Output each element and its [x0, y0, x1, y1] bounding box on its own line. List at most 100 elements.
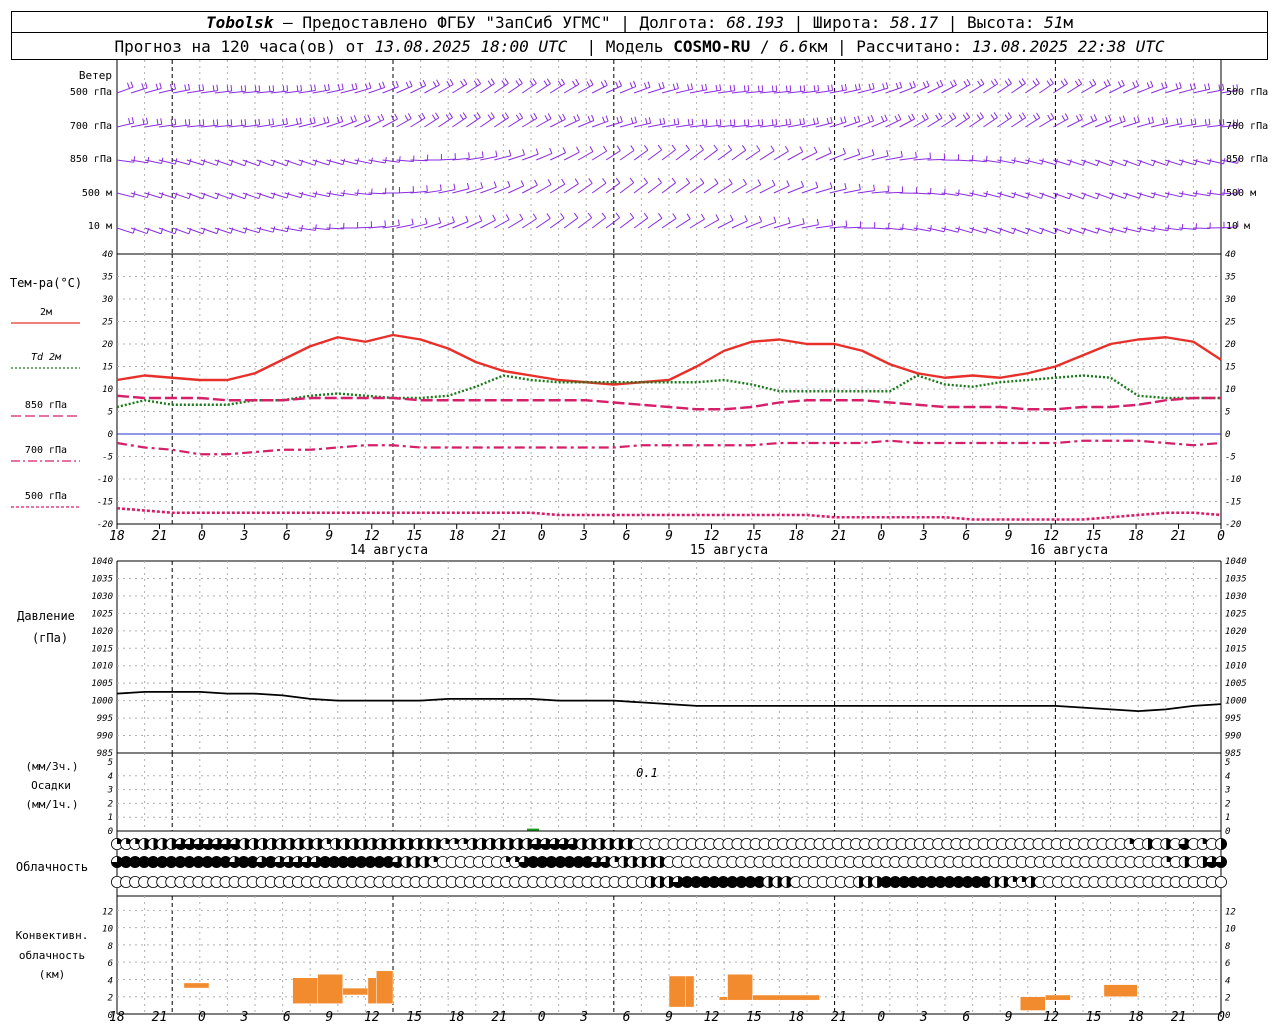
- wind-barb: [787, 151, 803, 161]
- time-tick-label-bottom: 6: [962, 1010, 970, 1024]
- wind-barb-feather: [507, 180, 511, 187]
- wind-barb: [549, 217, 565, 229]
- wind-barb: [508, 218, 524, 229]
- time-tick-label: 6: [962, 529, 970, 544]
- wind-barb-feather: [911, 113, 916, 120]
- time-tick-label-bottom: 3: [579, 1010, 588, 1024]
- wind-barb-feather: [615, 177, 621, 184]
- wind-barb: [829, 153, 846, 161]
- wind-barb-feather: [422, 79, 427, 86]
- wind-barb-feather: [990, 114, 995, 120]
- wind-barb-feather: [1181, 224, 1184, 231]
- temp-ytick-right: 5: [1225, 408, 1230, 418]
- wind-barb-feather: [438, 217, 442, 224]
- wind-barb: [410, 85, 426, 94]
- wind-barb-feather: [328, 159, 332, 166]
- wind-barb: [633, 217, 649, 229]
- wind-barb-feather: [1007, 112, 1012, 118]
- wind-barb-feather: [643, 144, 649, 151]
- wind-barb: [563, 151, 580, 161]
- wind-barb-feather: [980, 78, 985, 85]
- pressure-ytick-left: 1015: [91, 644, 113, 654]
- temp-ytick-right: -20: [1225, 520, 1241, 530]
- wind-barb: [116, 86, 134, 94]
- time-tick-label-bottom: 18: [449, 1010, 465, 1024]
- time-tick-label-bottom: 9: [665, 1010, 673, 1024]
- wind-barb-feather: [894, 115, 898, 122]
- wind-barb-feather: [701, 119, 704, 126]
- wind-barb: [452, 117, 467, 128]
- wind-barb-feather: [468, 152, 470, 159]
- wind-barb-feather: [173, 83, 176, 90]
- pressure-ytick-left: 1000: [91, 697, 113, 707]
- wind-barb: [563, 119, 580, 128]
- pressure-title-2: (гПа): [32, 631, 68, 645]
- wind-barb-feather: [1167, 191, 1170, 198]
- wind-barb: [577, 84, 594, 94]
- time-tick-label: 21: [491, 529, 507, 544]
- precip-ytick-left: 1: [108, 813, 113, 823]
- wind-barb-feather: [685, 144, 690, 151]
- wind-barb: [815, 187, 833, 194]
- wind-barb-feather: [761, 85, 764, 92]
- wind-barb-feather: [476, 78, 482, 85]
- wind-barb: [549, 183, 565, 194]
- wind-barb-feather: [926, 80, 930, 87]
- pressure-ytick-left: 995: [97, 714, 113, 724]
- wind-barb-feather: [216, 84, 219, 91]
- wind-barb: [619, 122, 637, 128]
- wind-barb: [424, 84, 440, 94]
- wind-barb-feather: [409, 80, 413, 87]
- time-tick-label-bottom: 3: [919, 1010, 928, 1024]
- wind-barb: [633, 182, 648, 194]
- date-label: 15 августа: [690, 543, 768, 558]
- wind-barb-feather: [909, 82, 913, 89]
- time-tick-label: 18: [789, 529, 805, 544]
- time-tick-label: 15: [1086, 529, 1102, 544]
- legend-label: 700 гПа: [25, 445, 67, 456]
- wind-barb: [549, 118, 566, 128]
- precip-annotation: 0.1: [636, 766, 658, 780]
- wind-barb-feather: [1032, 80, 1037, 86]
- wind-barb-feather: [350, 116, 354, 123]
- pressure-ytick-right: 1025: [1225, 609, 1247, 619]
- wind-barb-feather: [741, 145, 747, 151]
- time-tick-label: 21: [831, 529, 847, 544]
- time-tick-label: 0: [198, 529, 206, 544]
- wind-barb-feather: [1063, 78, 1068, 84]
- time-tick-label-bottom: 21: [152, 1010, 168, 1024]
- wind-barb-feather: [1190, 118, 1193, 125]
- wind-barb-feather: [828, 147, 832, 154]
- wind-barb-feather: [630, 145, 635, 151]
- wind-barb-feather: [1135, 80, 1140, 87]
- wind-barb-feather: [572, 80, 577, 87]
- wind-barb-feather: [463, 78, 468, 85]
- time-tick-label-bottom: 21: [831, 1010, 847, 1024]
- wind-barb: [438, 117, 453, 128]
- time-tick-label-bottom: 15: [406, 1010, 422, 1024]
- wind-barb-feather: [188, 118, 191, 126]
- wind-barb-feather: [184, 84, 187, 91]
- wind-barb-feather: [885, 82, 889, 89]
- legend-label: Td 2м: [31, 352, 62, 363]
- wind-barb-feather: [323, 117, 326, 124]
- wind-barb: [941, 117, 957, 128]
- wind-barb: [787, 186, 804, 194]
- wind-barb-feather: [351, 83, 354, 90]
- time-tick-label: 0: [1217, 529, 1225, 544]
- precip-bar: [527, 828, 539, 831]
- wind-barb-feather: [562, 147, 567, 153]
- wind-barb-feather: [202, 119, 205, 126]
- wind-barb-feather: [1208, 158, 1212, 165]
- wind-barb-feather: [715, 214, 720, 220]
- wind-barb-feather: [560, 212, 565, 219]
- wind-barb-feather: [481, 151, 484, 158]
- wind-barb: [158, 88, 176, 94]
- wind-barb: [997, 117, 1012, 128]
- wind-barb: [885, 86, 902, 94]
- wind-barb: [619, 86, 636, 94]
- wind-barb-feather: [398, 156, 401, 163]
- wind-barb: [382, 86, 399, 94]
- wind-barb: [843, 153, 860, 161]
- wind-barb: [1151, 122, 1168, 128]
